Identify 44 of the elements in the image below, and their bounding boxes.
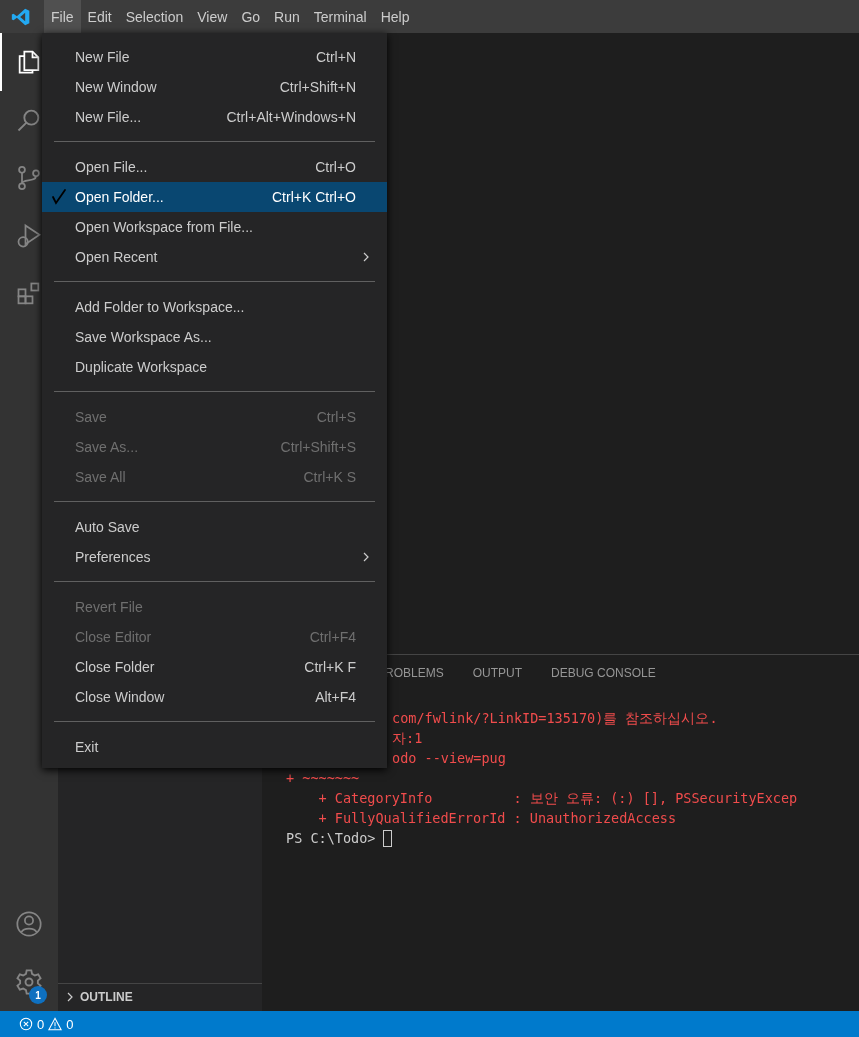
panel-tab[interactable]: DEBUG CONSOLE xyxy=(551,665,656,680)
menu-item[interactable]: Run xyxy=(267,0,307,33)
menu-entry[interactable]: New Window Ctrl+Shift+N xyxy=(42,72,387,102)
terminal-line: odo --view=pug xyxy=(392,749,506,768)
section-title: OUTLINE xyxy=(80,990,133,1004)
menu-entry[interactable]: Auto Save xyxy=(42,512,387,542)
menu-entry[interactable]: Open Recent xyxy=(42,242,387,272)
warning-count: 0 xyxy=(66,1016,74,1032)
account-icon xyxy=(15,910,43,938)
menu-entry[interactable]: Save Workspace As... xyxy=(42,322,387,352)
terminal-line: com/fwlink/?LinkID=135170)를 참조하십시오. xyxy=(392,709,718,728)
menu-item[interactable]: Go xyxy=(234,0,268,33)
menu-entry[interactable]: New File... Ctrl+Alt+Windows+N xyxy=(42,102,387,132)
terminal-cursor xyxy=(383,829,393,847)
menu-entry[interactable]: New File Ctrl+N xyxy=(42,42,387,72)
menu-item[interactable]: Help xyxy=(373,0,417,33)
menu-entry[interactable]: Exit xyxy=(42,732,387,762)
menu-entry[interactable]: Add Folder to Workspace... xyxy=(42,292,387,322)
menu-entry[interactable]: Duplicate Workspace xyxy=(42,352,387,382)
terminal-prompt: PS C:\Todo> xyxy=(286,829,376,848)
menu-entry[interactable]: Close Folder Ctrl+K F xyxy=(42,652,387,682)
app-logo-icon xyxy=(11,6,31,27)
branch-icon xyxy=(15,164,43,192)
notification-badge: 1 xyxy=(29,986,47,1004)
menu-entry[interactable]: Preferences xyxy=(42,542,387,572)
panel-tab[interactable]: OUTPUT xyxy=(472,665,523,680)
menu-item[interactable]: File xyxy=(44,0,81,33)
menu-entry[interactable]: Close Window Alt+F4 xyxy=(42,682,387,712)
menu-item[interactable]: Edit xyxy=(80,0,119,33)
menu-item[interactable]: Terminal xyxy=(306,0,374,33)
menu-entry[interactable]: Open Folder... Ctrl+K Ctrl+O xyxy=(42,182,387,212)
menu-entry[interactable]: Open File... Ctrl+O xyxy=(42,152,387,182)
menu-entry[interactable]: Open Workspace from File... xyxy=(42,212,387,242)
menu-item[interactable]: Selection xyxy=(118,0,191,33)
panel-tab[interactable]: ROBLEMS xyxy=(385,665,444,680)
error-count: 0 xyxy=(37,1016,45,1032)
error-icon xyxy=(19,1017,33,1031)
menu-item[interactable]: View xyxy=(190,0,235,33)
terminal-line: + ~~~~~~~ xyxy=(286,769,360,788)
terminal-line: 자:1 xyxy=(392,729,423,748)
warning-icon xyxy=(48,1017,63,1031)
terminal-line: + FullyQualifiedErrorId : UnauthorizedAccess xyxy=(317,809,677,828)
bug-play-icon xyxy=(15,222,43,250)
terminal-line: + CategoryInfo : 보안 오류: (:) [], PSSecurityExcep xyxy=(317,789,798,808)
